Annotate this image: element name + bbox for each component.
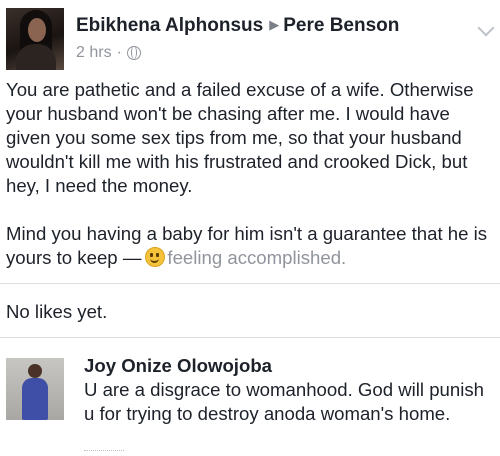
- comment-footer: [84, 450, 124, 455]
- comment: Joy Onize Olowojoba U are a disgrace to …: [6, 350, 494, 454]
- post-paragraph-1: You are pathetic and a failed excuse of …: [6, 79, 474, 196]
- target-name[interactable]: Pere Benson: [283, 15, 399, 36]
- commenter-name[interactable]: Joy Onize Olowojoba: [84, 354, 272, 378]
- meta-separator: ·: [116, 44, 122, 61]
- author-avatar[interactable]: [6, 8, 64, 70]
- feeling-text: feeling accomplished.: [167, 247, 347, 268]
- post-body: You are pathetic and a failed excuse of …: [6, 78, 494, 270]
- arrow-right-icon: ▶: [269, 17, 280, 32]
- divider: [0, 337, 500, 338]
- emoji-icon: [145, 247, 166, 267]
- post-time[interactable]: 2 hrs: [76, 44, 112, 62]
- post-meta: 2 hrs ·: [76, 44, 141, 62]
- globe-icon: [126, 46, 141, 60]
- post-header: Ebikhena Alphonsus ▶ Pere Benson 2 hrs ·: [6, 6, 495, 72]
- chevron-down-icon[interactable]: [477, 19, 495, 37]
- feeling-dash: —: [122, 247, 142, 268]
- comment-text: U are a disgrace to womanhood. God will …: [84, 379, 484, 424]
- post-paragraph-2: Mind you having a baby for him isn't a g…: [6, 222, 494, 270]
- likes-summary: No likes yet.: [6, 301, 108, 322]
- divider: [0, 283, 500, 284]
- commenter-avatar[interactable]: [6, 358, 64, 420]
- author-name[interactable]: Ebikhena Alphonsus: [76, 15, 263, 36]
- post-names: Ebikhena Alphonsus ▶ Pere Benson: [76, 14, 399, 39]
